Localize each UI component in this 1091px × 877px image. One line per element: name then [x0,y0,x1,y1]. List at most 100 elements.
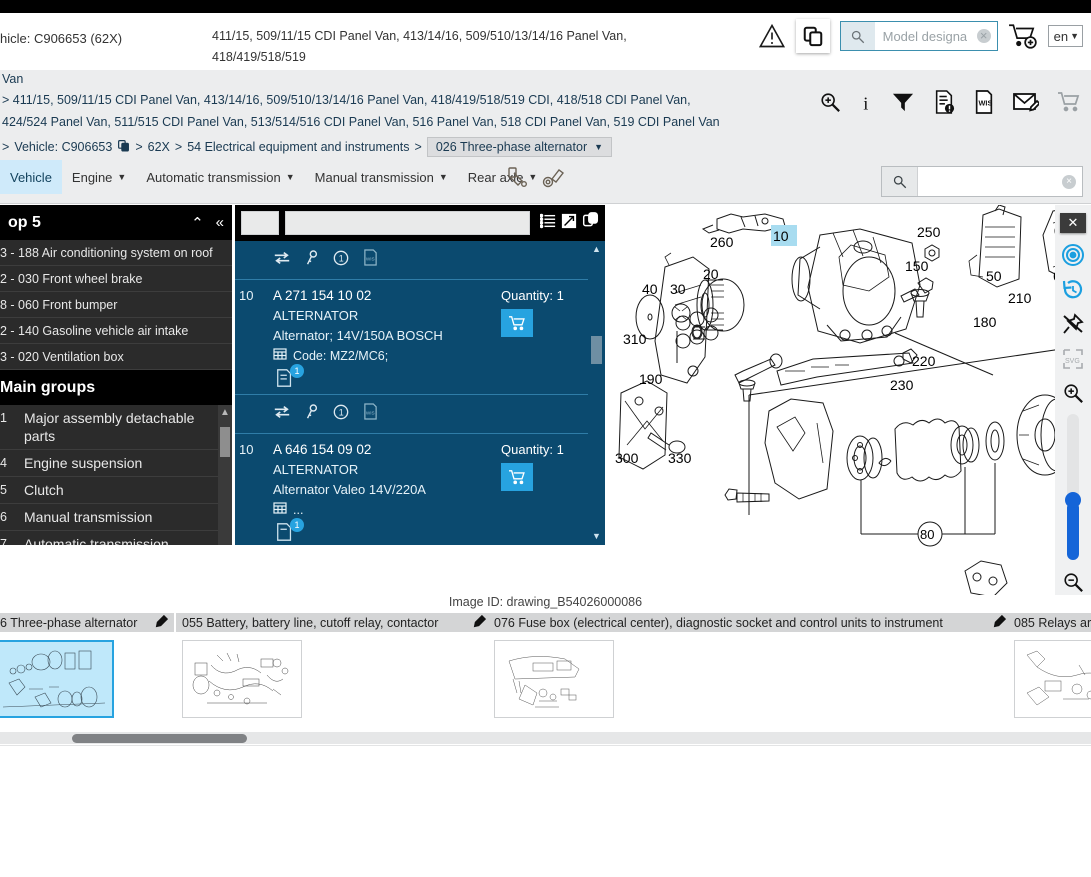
breadcrumb-vehicle[interactable]: Vehicle: C906653 [14,140,112,154]
zoom-slider[interactable] [1065,414,1081,561]
table-grid-icon[interactable] [273,347,287,364]
clear-icon[interactable]: × [1062,175,1076,189]
add-to-cart-button[interactable] [501,309,533,337]
menu-item-automatic-transmission[interactable]: Automatic transmission ▼ [136,160,304,194]
key-icon[interactable] [305,403,319,425]
scrollbar-thumb[interactable] [591,336,602,364]
parts-scrollbar[interactable]: ▲ ▼ [588,241,605,545]
thumbnail-card[interactable] [1014,640,1091,718]
copy-vehicle-icon[interactable] [117,139,130,155]
exploded-drawing-canvas[interactable]: 260 10 250 20 150 40 30 50 60 210 310 18… [605,205,1091,595]
model-search-box[interactable]: Model designa × [839,21,998,51]
key-icon[interactable] [305,249,319,271]
copy-icon[interactable] [795,19,830,53]
edit-icon[interactable] [993,614,1007,631]
thumbnail-group-header[interactable]: 085 Relays ar [1008,613,1091,632]
thumbnail-group-battery[interactable]: 055 Battery, battery line, cutoff relay,… [176,613,492,728]
copy-icon[interactable] [582,212,599,234]
document-alert-icon[interactable] [933,90,955,114]
info-circle-icon[interactable]: 1 [333,250,349,271]
wis-icon[interactable]: WIS [363,249,378,271]
technical-drawing[interactable]: 260 10 250 20 150 40 30 50 60 210 310 18… [605,205,1091,595]
parts-filter-input[interactable] [285,211,530,235]
part-document-icon[interactable]: 1 [275,364,304,390]
scrollbar-thumb[interactable] [72,734,247,743]
sidebar-item-major-assembly[interactable]: 1 Major assembly detachable parts [0,405,232,450]
sidebar-item-clutch[interactable]: 5 Clutch [0,477,232,504]
thumbnail-group-header[interactable]: 6 Three-phase alternator [0,613,174,632]
thumbnail-group-header[interactable]: 076 Fuse box (electrical center), diagno… [488,613,1012,632]
cart-add-icon[interactable] [1008,22,1038,50]
expand-icon[interactable] [561,213,577,234]
sidebar-scrollbar[interactable]: ▲ ▼ [218,405,232,545]
thumbnail-horizontal-scrollbar[interactable] [0,732,1091,744]
mail-edit-icon[interactable] [1013,91,1039,113]
thumbnail-card[interactable] [182,640,302,718]
chevron-up-icon[interactable]: ⌃ [191,214,204,232]
parts-position-filter[interactable] [241,211,279,235]
cart-icon[interactable] [1057,91,1083,113]
paint-spray-icon[interactable] [505,166,529,195]
assembly-search-box[interactable]: × [881,166,1083,197]
breadcrumb-toolbar: i WIS [819,90,1083,114]
breadcrumb-node-dropdown[interactable]: 026 Three-phase alternator ▼ [426,137,613,157]
scroll-up-icon[interactable]: ▲ [588,241,605,258]
wis-icon[interactable]: WIS [363,403,378,425]
scroll-down-icon[interactable]: ▼ [588,528,605,545]
filter-icon[interactable] [891,91,915,113]
sidebar-item-top5-1[interactable]: 2 - 030 Front wheel brake [0,266,232,292]
sidebar-item-manual-transmission[interactable]: 6 Manual transmission [0,504,232,531]
search-input[interactable]: Model designa × [875,29,997,44]
thumbnail-group-fusebox[interactable]: 076 Fuse box (electrical center), diagno… [488,613,1012,728]
target-icon[interactable] [1059,242,1087,268]
scroll-down-icon[interactable]: ▼ [218,542,232,545]
part-description: Alternator; 14V/150A BOSCH [273,328,443,343]
table-grid-icon[interactable] [273,501,287,518]
swap-icon[interactable] [273,251,291,270]
sidebar-item-top5-0[interactable]: 3 - 188 Air conditioning system on roof [0,240,232,266]
scroll-up-icon[interactable]: ▲ [218,405,232,421]
menu-item-engine[interactable]: Engine ▼ [62,160,136,194]
group-number: 6 [0,510,7,524]
unpin-icon[interactable] [1059,311,1087,337]
thumbnail-card-selected[interactable] [0,640,114,718]
svg-export-icon[interactable]: SVG [1059,346,1087,372]
scrollbar-thumb[interactable] [220,427,230,457]
assembly-search-input[interactable]: × [918,167,1082,196]
menu-item-vehicle[interactable]: Vehicle [0,160,62,194]
breadcrumb-group[interactable]: 54 Electrical equipment and instruments [187,140,409,154]
sidebar-item-top5-2[interactable]: 8 - 060 Front bumper [0,292,232,318]
info-circle-icon[interactable]: 1 [333,404,349,425]
close-icon[interactable]: ✕ [1060,213,1086,234]
part-document-icon[interactable]: 1 [275,518,304,544]
language-selector[interactable]: en ▼ [1047,25,1083,47]
list-view-icon[interactable] [539,213,556,234]
warning-icon[interactable] [758,22,786,50]
swap-icon[interactable] [273,405,291,424]
sidebar-item-top5-3[interactable]: 2 - 140 Gasoline vehicle air intake [0,318,232,344]
collapse-left-icon[interactable]: « [216,214,224,231]
edit-icon[interactable] [155,614,169,631]
zoom-in-icon[interactable] [1059,380,1087,406]
part-list-item[interactable]: 10 A 271 154 10 02 ALTERNATOR Alternator… [235,279,605,395]
wis-document-icon[interactable]: WIS [973,90,995,114]
thumbnail-group-alternator[interactable]: 6 Three-phase alternator [0,613,174,728]
sidebar-item-engine-suspension[interactable]: 4 Engine suspension [0,450,232,477]
zoom-in-icon[interactable] [819,91,841,113]
breadcrumb-model-code[interactable]: 62X [148,140,170,154]
stamp-tool-icon[interactable] [541,166,565,195]
menu-item-manual-transmission[interactable]: Manual transmission ▼ [305,160,458,194]
breadcrumb-root[interactable]: Van [2,72,23,86]
info-icon[interactable]: i [859,91,873,113]
add-to-cart-button[interactable] [501,463,533,491]
part-list-item[interactable]: 10 A 646 154 09 02 ALTERNATOR Alternator… [235,433,605,545]
thumbnail-group-header[interactable]: 055 Battery, battery line, cutoff relay,… [176,613,492,632]
sidebar-item-automatic-transmission[interactable]: 7 Automatic transmission [0,531,232,545]
reset-history-icon[interactable] [1059,277,1087,303]
thumbnail-group-relays[interactable]: 085 Relays ar [1008,613,1091,728]
clear-icon[interactable]: × [976,29,991,43]
edit-icon[interactable] [473,614,487,631]
zoom-out-icon[interactable] [1059,569,1087,595]
sidebar-item-top5-4[interactable]: 3 - 020 Ventilation box [0,344,232,370]
thumbnail-card[interactable] [494,640,614,718]
